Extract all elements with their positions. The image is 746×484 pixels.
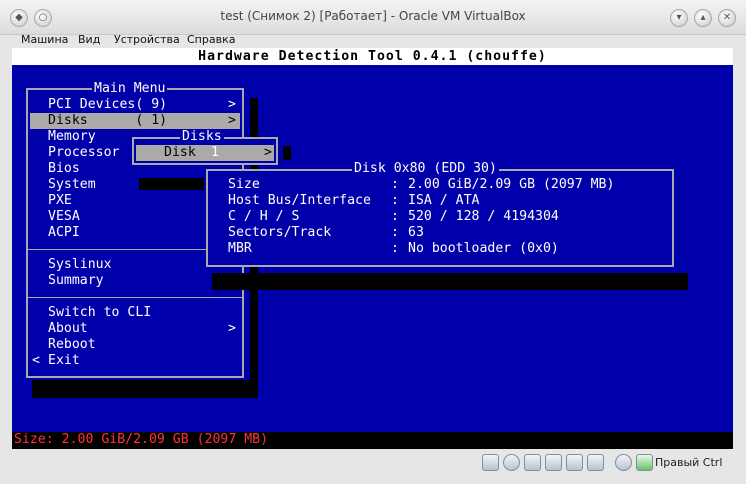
disk-row-highlight	[136, 145, 274, 161]
mbr-value: No bootloader (0x0)	[408, 241, 559, 256]
chevron-right-icon: >	[228, 321, 236, 336]
host-bus-label: Host Bus/Interface	[228, 193, 371, 208]
vm-screen[interactable]: Hardware Detection Tool 0.4.1 (chouffe) …	[12, 48, 733, 449]
menu-help[interactable]: Справка	[187, 33, 235, 46]
menu-item-bios[interactable]: Bios	[48, 161, 80, 177]
hard-disk-icon[interactable]	[482, 454, 499, 471]
menu-item-pxe[interactable]: PXE	[48, 193, 72, 209]
main-menu-shadow-bottom	[32, 380, 258, 398]
virtualbox-window: ◆ ○ test (Снимок 2) [Работает] - Oracle …	[0, 0, 746, 484]
optical-drive-icon[interactable]	[503, 454, 520, 471]
menu-item-exit[interactable]: Exit	[48, 353, 80, 369]
disks-menu-shadow	[139, 178, 204, 190]
menu-item-vesa[interactable]: VESA	[48, 209, 80, 225]
menu-item-about[interactable]: About	[48, 321, 88, 337]
menu-item-acpi[interactable]: ACPI	[48, 225, 80, 241]
vm-status-bar: Правый Ctrl	[8, 450, 738, 476]
colon-separator: :	[391, 225, 399, 240]
size-value: 2.00 GiB/2.09 GB (2097 MB)	[408, 177, 615, 192]
chs-value: 520 / 128 / 4194304	[408, 209, 559, 224]
colon-separator: :	[391, 209, 399, 224]
status-line-text: Size: 2.00 GiB/2.09 GB (2097 MB)	[14, 432, 269, 447]
main-menu-title: Main Menu	[92, 81, 168, 97]
host-bus-value: ISA / ATA	[408, 193, 480, 208]
menu-machine[interactable]: Машина	[21, 33, 68, 46]
mouse-integration-icon[interactable]	[615, 454, 632, 471]
disk-info-title: Disk 0x80 (EDD 30)	[352, 161, 499, 177]
menu-devices[interactable]: Устройства	[114, 33, 180, 46]
menu-bar: Машина Вид Устройства Справка	[8, 30, 738, 50]
menu-item-switch-cli[interactable]: Switch to CLI	[48, 305, 151, 321]
colon-separator: :	[391, 177, 399, 192]
menu-item-summary[interactable]: Summary	[48, 273, 104, 289]
colon-separator: :	[391, 241, 399, 256]
chevron-left-icon: <	[32, 353, 40, 368]
menu-item-memory[interactable]: Memory	[48, 129, 96, 145]
disks-menu-title: Disks	[180, 129, 224, 145]
chs-label: C / H / S	[228, 209, 300, 224]
menu-item-syslinux[interactable]: Syslinux	[48, 257, 112, 273]
close-icon[interactable]: ✕	[718, 9, 736, 27]
network-icon[interactable]	[545, 454, 562, 471]
hdt-header: Hardware Detection Tool 0.4.1 (chouffe)	[12, 48, 733, 65]
minimize-icon[interactable]: ▾	[670, 9, 688, 27]
menu-separator	[28, 297, 242, 298]
host-key-icon[interactable]	[636, 454, 653, 471]
host-key-label: Правый Ctrl	[655, 456, 723, 469]
disks-menu-shadow-right	[283, 146, 291, 160]
sectors-track-label: Sectors/Track	[228, 225, 332, 240]
mbr-label: MBR	[228, 241, 252, 256]
menu-view[interactable]: Вид	[78, 33, 100, 46]
usb-icon[interactable]	[524, 454, 541, 471]
menu-item-processor[interactable]: Processor	[48, 145, 119, 161]
hdt-title: Hardware Detection Tool 0.4.1 (chouffe)	[198, 49, 547, 64]
menu-item-reboot[interactable]: Reboot	[48, 337, 96, 353]
chevron-right-icon: >	[264, 145, 272, 160]
chevron-right-icon: >	[228, 113, 236, 128]
sectors-track-value: 63	[408, 225, 424, 240]
chevron-right-icon: >	[228, 97, 236, 112]
status-line: Size: 2.00 GiB/2.09 GB (2097 MB)	[12, 432, 733, 449]
menu-item-system[interactable]: System	[48, 177, 96, 193]
disk-item[interactable]: Disk	[164, 145, 196, 161]
colon-separator: :	[391, 193, 399, 208]
maximize-icon[interactable]: ▴	[694, 9, 712, 27]
menu-item-disks[interactable]: Disks ( 1)	[48, 113, 167, 129]
window-title: test (Снимок 2) [Работает] - Oracle VM V…	[220, 9, 526, 23]
size-label: Size	[228, 177, 260, 192]
menu-item-pci[interactable]: PCI Devices( 9)	[48, 97, 167, 113]
disk-info-shadow	[212, 273, 688, 290]
shared-folders-icon[interactable]	[566, 454, 583, 471]
video-capture-icon[interactable]	[587, 454, 604, 471]
disk-item-number: 1	[211, 145, 219, 160]
